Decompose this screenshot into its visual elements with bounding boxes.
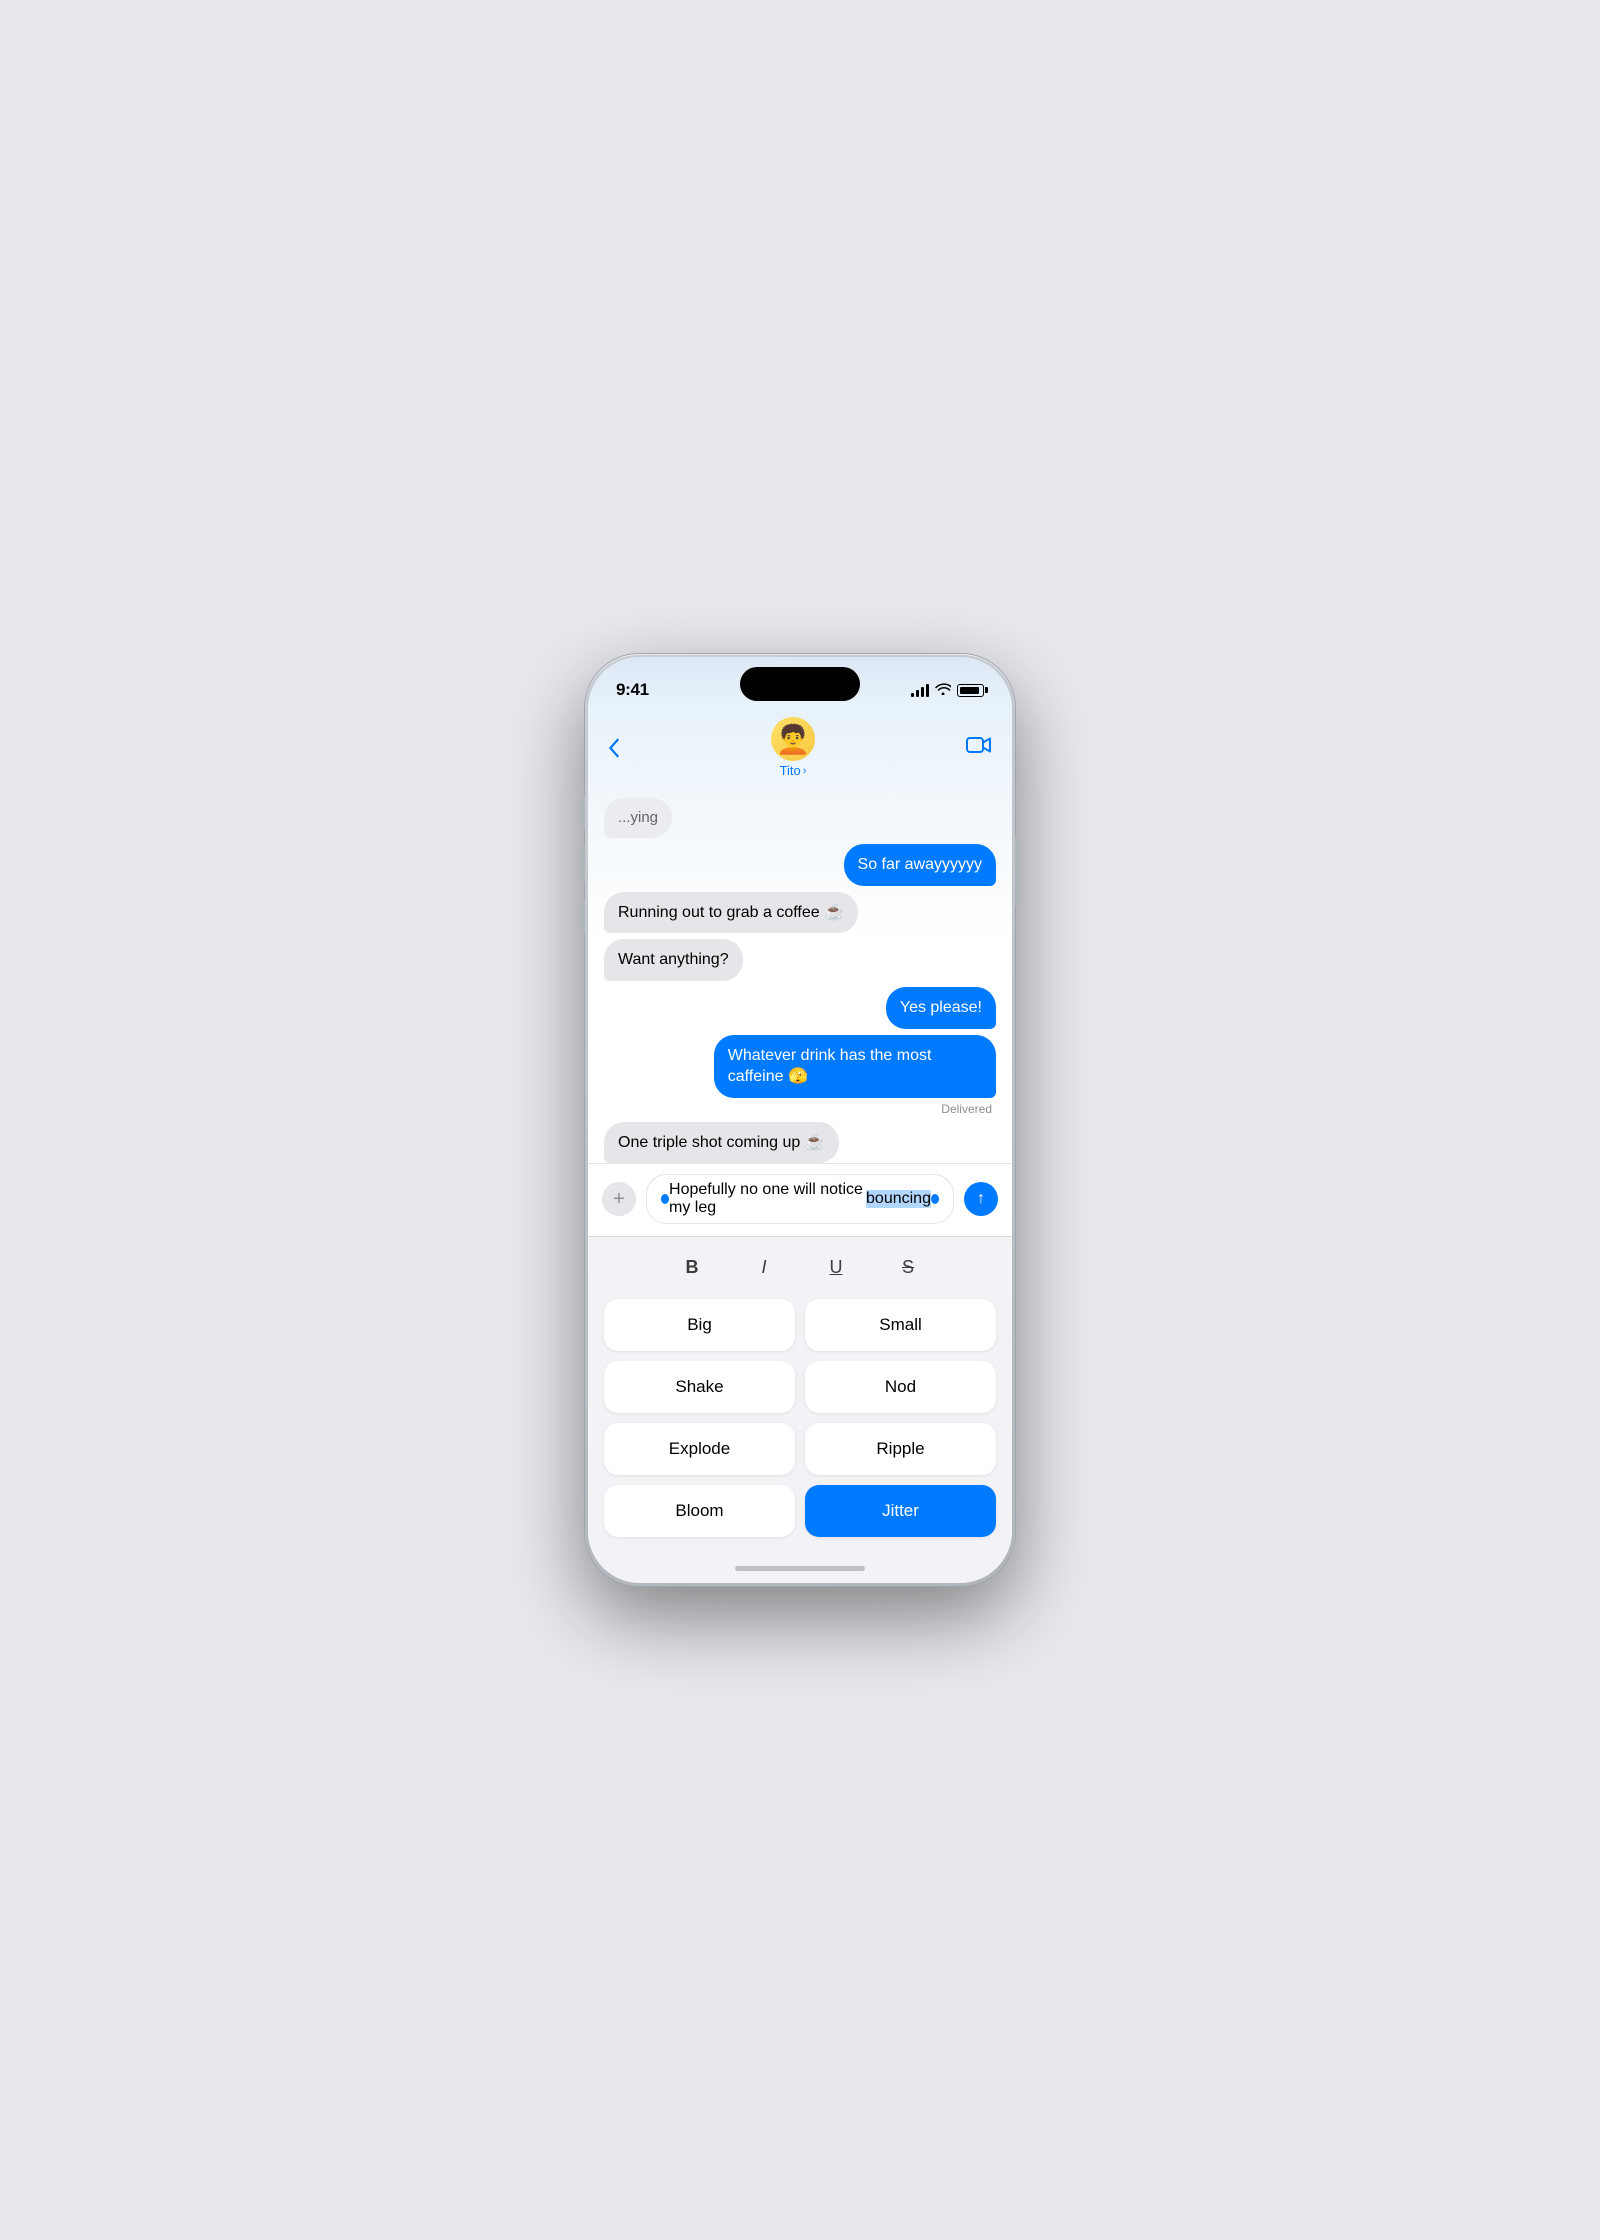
animation-bloom-button[interactable]: Bloom — [604, 1485, 795, 1537]
message-row: Running out to grab a coffee ☕ — [604, 892, 996, 934]
animation-small-button[interactable]: Small — [805, 1299, 996, 1351]
signal-icon — [911, 683, 929, 697]
contact-name: Tito › — [780, 763, 807, 778]
message-bubble: One triple shot coming up ☕ — [604, 1122, 839, 1163]
nav-bar: 🧑‍🦱 Tito › — [588, 709, 1012, 788]
wifi-icon — [935, 682, 951, 698]
message-row: Yes please! — [604, 987, 996, 1029]
format-bar: B I U S — [588, 1236, 1012, 1293]
message-bubble: Running out to grab a coffee ☕ — [604, 892, 858, 934]
animation-explode-button[interactable]: Explode — [604, 1423, 795, 1475]
input-text-before: Hopefully no one will notice my leg — [669, 1181, 866, 1217]
animation-jitter-button[interactable]: Jitter — [805, 1485, 996, 1537]
animation-big-button[interactable]: Big — [604, 1299, 795, 1351]
selection-handle-start — [661, 1194, 669, 1204]
add-attachment-button[interactable]: + — [602, 1182, 636, 1216]
message-row: Whatever drink has the most caffeine 🫣 — [604, 1035, 996, 1098]
animation-ripple-button[interactable]: Ripple — [805, 1423, 996, 1475]
nav-center[interactable]: 🧑‍🦱 Tito › — [771, 717, 815, 778]
status-icons — [911, 682, 984, 698]
phone-frame: 9:41 — [585, 654, 1015, 1586]
status-bar: 9:41 — [588, 657, 1012, 709]
message-bubble: So far awayyyyyy — [844, 844, 996, 886]
bold-button[interactable]: B — [674, 1249, 710, 1285]
selected-text: bouncing — [866, 1190, 931, 1208]
chat-area: ...ying So far awayyyyyy Running out to … — [588, 788, 1012, 1163]
battery-icon — [957, 684, 984, 697]
strikethrough-button[interactable]: S — [890, 1249, 926, 1285]
underline-button[interactable]: U — [818, 1249, 854, 1285]
message-bubble: Yes please! — [886, 987, 996, 1029]
contact-name-chevron: › — [803, 765, 807, 777]
status-time: 9:41 — [616, 680, 649, 700]
animation-nod-button[interactable]: Nod — [805, 1361, 996, 1413]
animation-shake-button[interactable]: Shake — [604, 1361, 795, 1413]
dynamic-island — [740, 667, 860, 701]
video-call-button[interactable] — [966, 736, 992, 760]
animation-grid: Big Small Shake Nod Explode Ripple — [588, 1293, 1012, 1553]
home-indicator — [588, 1553, 1012, 1583]
message-bubble: ...ying — [604, 798, 672, 838]
send-button[interactable]: ↑ — [964, 1182, 998, 1216]
message-input[interactable]: Hopefully no one will notice my leg boun… — [646, 1174, 954, 1224]
input-area: + Hopefully no one will notice my leg bo… — [588, 1163, 1012, 1236]
message-row: So far awayyyyyy — [604, 844, 996, 886]
delivered-label: Delivered — [604, 1102, 996, 1116]
home-bar — [735, 1566, 865, 1571]
italic-button[interactable]: I — [746, 1249, 782, 1285]
back-button[interactable] — [608, 738, 620, 758]
message-bubble: Want anything? — [604, 939, 743, 981]
message-bubble: Whatever drink has the most caffeine 🫣 — [714, 1035, 996, 1098]
phone-screen: 9:41 — [588, 657, 1012, 1583]
avatar: 🧑‍🦱 — [771, 717, 815, 761]
message-row: Want anything? — [604, 939, 996, 981]
selection-handle-end — [931, 1194, 939, 1204]
message-row: ...ying — [604, 798, 996, 838]
message-row: One triple shot coming up ☕ — [604, 1122, 996, 1163]
